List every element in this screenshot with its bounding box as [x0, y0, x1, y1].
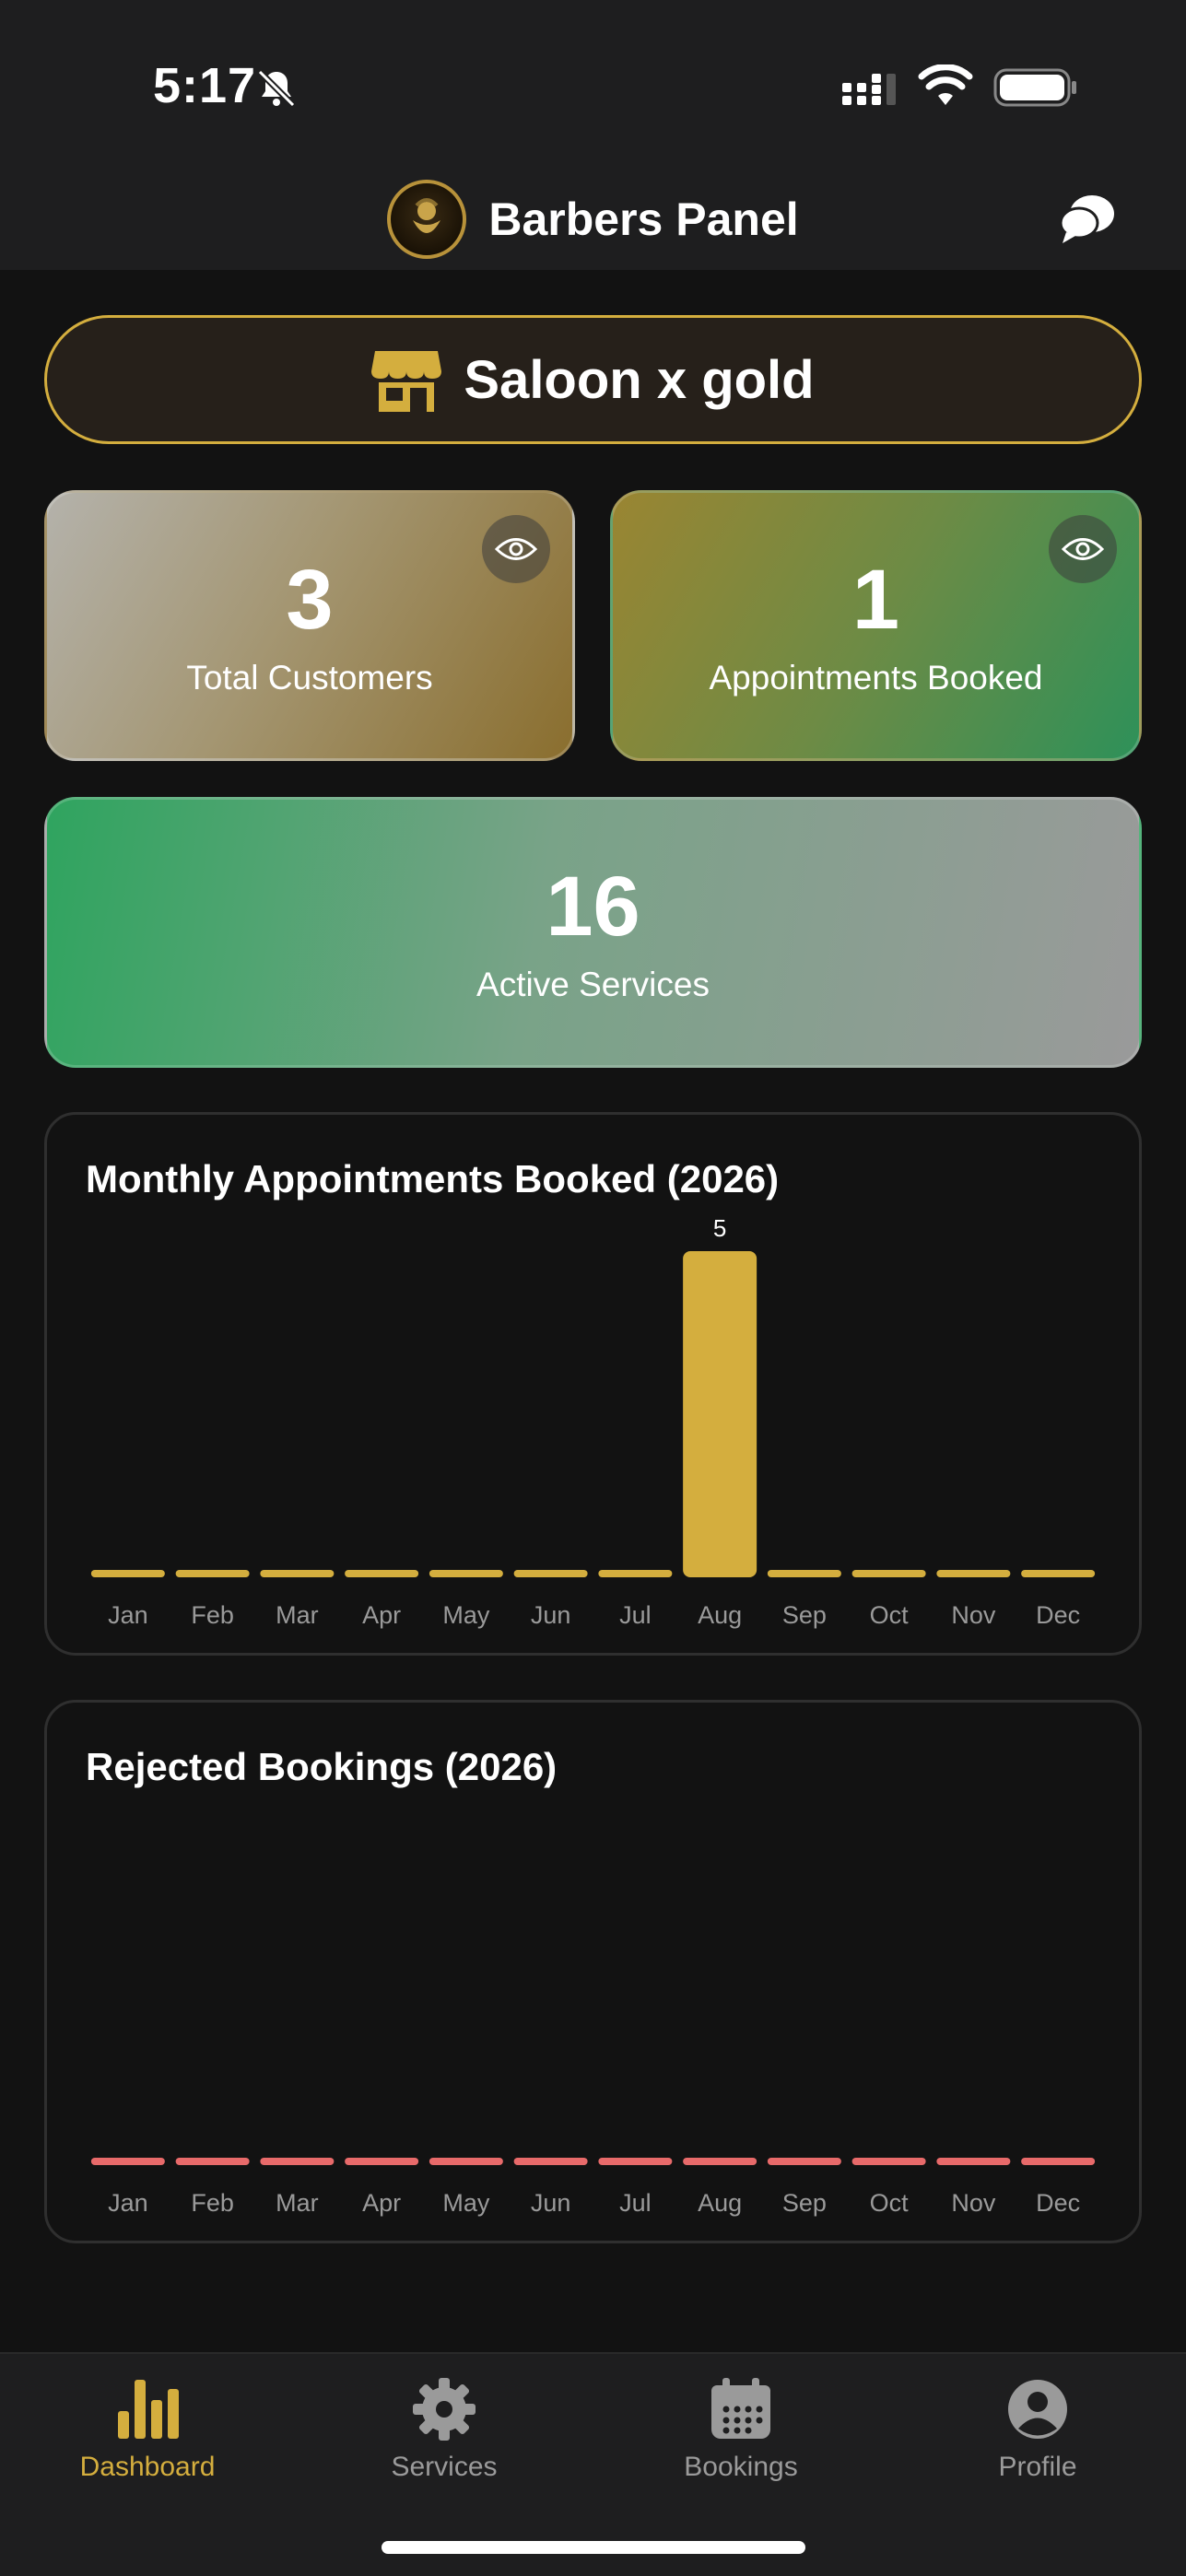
screen: 5:17 Barbers Panel Saloon x gold 3 Total… [0, 0, 1186, 2576]
tick-label-jan: Jan [108, 1601, 148, 1629]
tick-label-may: May [442, 2189, 490, 2217]
eye-icon [495, 538, 537, 560]
tick-label-nov: Nov [951, 1601, 996, 1629]
tick-label-oct: Oct [870, 2189, 910, 2217]
stat-card-active-services[interactable]: 16 Active Services [44, 797, 1142, 1068]
tick-label-jan: Jan [108, 2189, 148, 2217]
bar-feb [175, 1570, 250, 1577]
rejected-bookings-plot: Jan Feb Mar Apr May Jun Jul Aug Sep Oct Nov Dec [90, 2158, 1096, 2217]
tab-dashboard[interactable]: Dashboard [28, 2376, 267, 2483]
tick-label-jul: Jul [619, 1601, 652, 1629]
tick-label-dec: Dec [1036, 2189, 1080, 2217]
tick-label-oct: Oct [870, 1601, 910, 1629]
home-indicator[interactable] [382, 2541, 805, 2554]
bar-sep [767, 1570, 841, 1577]
tick-label-sep: Sep [782, 2189, 827, 2217]
calendar-icon [711, 2378, 770, 2439]
status-time: 5:17 [153, 58, 257, 113]
bar-feb [175, 2158, 250, 2165]
user-circle-icon [1008, 2380, 1067, 2439]
battery-icon [993, 68, 1076, 107]
tab-services[interactable]: Services [324, 2376, 564, 2483]
wifi-icon [918, 64, 973, 105]
bar-may [429, 1570, 503, 1577]
bell-muted-icon [257, 69, 296, 108]
tab-label: Profile [998, 2452, 1077, 2482]
cellular-signal-icon [842, 74, 896, 105]
salon-selector[interactable]: Saloon x gold [44, 315, 1142, 444]
tick-label-apr: Apr [362, 1601, 401, 1629]
header-title: Barbers Panel [488, 193, 799, 245]
rejected-bookings-chart: Rejected Bookings (2026) Jan Feb Mar Apr May… [44, 1700, 1142, 2243]
tick-label-feb: Feb [191, 1601, 234, 1629]
tick-label-feb: Feb [191, 2189, 234, 2217]
tick-label-jun: Jun [531, 2189, 571, 2217]
eye-icon [1062, 538, 1104, 560]
view-customers-button[interactable] [482, 515, 550, 583]
bar-apr [345, 1570, 419, 1577]
chat-icon[interactable] [1059, 192, 1116, 247]
tab-label: Bookings [684, 2452, 798, 2482]
bar-nov [936, 2158, 1011, 2165]
bar-jul [598, 1570, 673, 1577]
barber-face-icon [413, 198, 441, 233]
stat-card-appointments-booked[interactable]: 1 Appointments Booked [610, 490, 1142, 761]
store-icon [371, 351, 442, 412]
bar-jun [513, 2158, 588, 2165]
bar-jun [513, 1570, 588, 1577]
tick-label-aug: Aug [698, 2189, 742, 2217]
tab-label: Services [391, 2452, 498, 2482]
bar-apr [345, 2158, 419, 2165]
top-bar: 5:17 Barbers Panel [0, 0, 1186, 270]
stat-card-total-customers[interactable]: 3 Total Customers [44, 490, 575, 761]
stat-label: Total Customers [186, 659, 433, 697]
tick-label-apr: Apr [362, 2189, 401, 2217]
monthly-appointments-chart: Monthly Appointments Booked (2026) Jan Fe… [44, 1112, 1142, 1656]
stat-label: Appointments Booked [709, 659, 1043, 697]
tab-profile[interactable]: Profile [918, 2376, 1157, 2483]
view-appointments-button[interactable] [1049, 515, 1117, 583]
barber-logo [387, 180, 467, 259]
stat-label: Active Services [476, 966, 710, 1003]
monthly-appointments-plot: Jan Feb Mar Apr May Jun Jul 5 Aug Sep Oct Nov Dec [90, 1214, 1096, 1629]
bar-jan [90, 1570, 165, 1577]
bar-oct [851, 1570, 926, 1577]
bar-aug [683, 1251, 757, 1577]
tab-label: Dashboard [79, 2452, 216, 2482]
bar-jan [90, 2158, 165, 2165]
bar-jul [598, 2158, 673, 2165]
bar-nov [936, 1570, 1011, 1577]
tick-label-jun: Jun [531, 1601, 571, 1629]
bar-mar [260, 2158, 335, 2165]
bar-sep [767, 2158, 841, 2165]
tick-label-mar: Mar [276, 2189, 319, 2217]
tick-label-jul: Jul [619, 2189, 652, 2217]
tick-label-dec: Dec [1036, 1601, 1080, 1629]
header-brand: Barbers Panel [0, 175, 1186, 263]
bar-chart-icon [118, 2380, 179, 2439]
data-label-aug: 5 [713, 1214, 726, 1242]
stat-value: 3 [286, 553, 334, 647]
tick-label-nov: Nov [951, 2189, 996, 2217]
tick-label-aug: Aug [698, 1601, 742, 1629]
tick-label-sep: Sep [782, 1601, 827, 1629]
tab-bookings[interactable]: Bookings [621, 2376, 861, 2483]
gear-icon [413, 2378, 476, 2441]
tick-label-may: May [442, 1601, 490, 1629]
bar-dec [1021, 1570, 1096, 1577]
tick-label-mar: Mar [276, 1601, 319, 1629]
bar-may [429, 2158, 503, 2165]
bar-mar [260, 1570, 335, 1577]
salon-name: Saloon x gold [464, 349, 815, 410]
stat-value: 1 [851, 553, 900, 647]
bar-dec [1021, 2158, 1096, 2165]
bar-oct [851, 2158, 926, 2165]
bar-aug [683, 2158, 757, 2165]
stat-value: 16 [546, 860, 640, 954]
